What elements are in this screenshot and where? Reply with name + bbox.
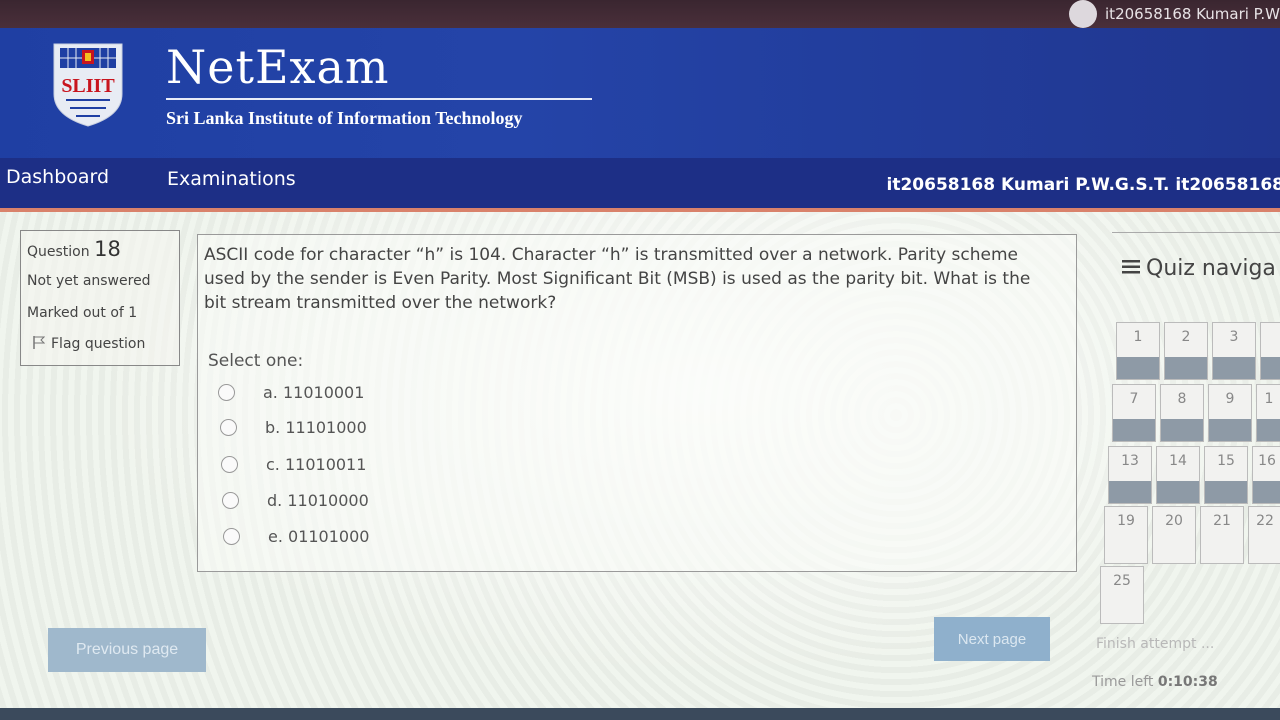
question-marks: Marked out of 1 (27, 305, 138, 321)
quiz-nav-button[interactable]: 8 (1160, 384, 1204, 442)
crest-text: SLIIT (61, 75, 115, 97)
option-label[interactable]: c. 11010011 (266, 455, 366, 474)
main-nav: Dashboard Examinations it20658168 Kumari… (0, 158, 1280, 212)
quiz-nav-button[interactable]: 22 (1248, 506, 1280, 564)
flag-question-link[interactable]: Flag question (33, 336, 145, 352)
quiz-nav-button[interactable]: 15 (1204, 446, 1248, 504)
answer-option-a[interactable]: a. 11010001 (218, 383, 364, 402)
quiz-nav-button[interactable]: 3 (1212, 322, 1256, 380)
quiz-nav-button[interactable]: 16 (1252, 446, 1280, 504)
question-box: ASCII code for character “h” is 104. Cha… (197, 234, 1077, 572)
quiz-nav-number[interactable]: 21 (1201, 507, 1243, 529)
question-number: Question 18 (27, 237, 121, 261)
radio-button[interactable] (222, 492, 239, 509)
quiz-nav-button[interactable]: 7 (1112, 384, 1156, 442)
sliit-crest-logo: SLIIT (53, 43, 123, 127)
time-left-value: 0:10:38 (1157, 674, 1218, 690)
answer-option-c[interactable]: c. 11010011 (221, 455, 366, 474)
option-label[interactable]: d. 11010000 (267, 491, 369, 510)
quiz-nav-button[interactable]: 1 (1116, 322, 1160, 380)
brand-divider (166, 98, 592, 100)
avatar[interactable] (1069, 0, 1098, 28)
quiz-nav-number[interactable]: 20 (1153, 507, 1195, 529)
flag-question-label[interactable]: Flag question (51, 336, 145, 352)
answer-option-b[interactable]: b. 11101000 (220, 418, 367, 437)
quiz-nav-number[interactable]: 16 (1253, 447, 1280, 469)
time-left: Time left 0:10:38 (1092, 674, 1218, 690)
brand-title: NetExam (166, 40, 390, 94)
quiz-nav-number[interactable]: 22 (1249, 507, 1280, 529)
quiz-nav-number[interactable]: 19 (1105, 507, 1147, 529)
time-left-label: Time left (1092, 674, 1154, 690)
quiz-nav-button[interactable]: 14 (1156, 446, 1200, 504)
top-user-name[interactable]: it20658168 Kumari P.W (1105, 5, 1280, 23)
radio-button[interactable] (223, 528, 240, 545)
answer-option-e[interactable]: e. 01101000 (223, 527, 369, 546)
question-info-panel: Question 18 Not yet answered Marked out … (20, 230, 180, 366)
quiz-nav-number[interactable]: 9 (1209, 385, 1251, 407)
quiz-nav-divider (1112, 232, 1280, 233)
question-label: Question (27, 244, 90, 260)
select-one-label: Select one: (208, 351, 304, 371)
radio-button[interactable] (221, 456, 238, 473)
answer-option-d[interactable]: d. 11010000 (222, 491, 369, 510)
quiz-nav-number[interactable]: 15 (1205, 447, 1247, 469)
quiz-nav-number[interactable]: 8 (1161, 385, 1203, 407)
top-user-menu[interactable]: it20658168 Kumari P.W (1069, 0, 1280, 28)
quiz-nav-button[interactable]: 25 (1100, 566, 1144, 624)
site-header: SLIIT NetExam Sri Lanka Institute of Inf… (0, 28, 1280, 158)
quiz-nav-button[interactable]: 1 (1256, 384, 1280, 442)
quiz-nav-number[interactable]: 1 (1257, 385, 1280, 407)
quiz-nav-button[interactable]: 20 (1152, 506, 1196, 564)
quiz-nav-number[interactable]: 14 (1157, 447, 1199, 469)
radio-button[interactable] (220, 419, 237, 436)
question-text: ASCII code for character “h” is 104. Cha… (204, 245, 1031, 313)
question-number-value: 18 (94, 237, 121, 261)
option-label[interactable]: e. 01101000 (268, 527, 369, 546)
previous-page-button[interactable]: Previous page (48, 628, 206, 672)
quiz-nav-button[interactable]: 19 (1104, 506, 1148, 564)
brand-subtitle: Sri Lanka Institute of Information Techn… (166, 108, 523, 128)
top-bar: it20658168 Kumari P.W (0, 0, 1280, 28)
quiz-nav-button[interactable] (1260, 322, 1280, 380)
option-label[interactable]: b. 11101000 (265, 418, 367, 437)
nav-examinations[interactable]: Examinations (167, 168, 296, 190)
next-page-button[interactable]: Next page (934, 617, 1050, 661)
quiz-nav-number[interactable]: 13 (1109, 447, 1151, 469)
main-content: Question 18 Not yet answered Marked out … (0, 212, 1280, 720)
quiz-nav-number[interactable]: 25 (1101, 567, 1143, 589)
quiz-nav-button[interactable]: 9 (1208, 384, 1252, 442)
quiz-nav-button[interactable]: 21 (1200, 506, 1244, 564)
quiz-nav-number[interactable]: 3 (1213, 323, 1255, 345)
hamburger-icon (1122, 260, 1140, 274)
radio-button[interactable] (218, 384, 235, 401)
finish-attempt-link[interactable]: Finish attempt ... (1096, 636, 1214, 652)
quiz-nav-button[interactable]: 2 (1164, 322, 1208, 380)
quiz-nav-number[interactable]: 7 (1113, 385, 1155, 407)
quiz-nav-title-text: Quiz naviga (1146, 256, 1276, 281)
quiz-nav-number[interactable]: 2 (1165, 323, 1207, 345)
nav-dashboard[interactable]: Dashboard (6, 166, 109, 188)
option-label[interactable]: a. 11010001 (263, 383, 364, 402)
question-status: Not yet answered (27, 273, 151, 289)
quiz-nav-title: Quiz naviga (1122, 256, 1276, 281)
nav-user-name[interactable]: it20658168 Kumari P.W.G.S.T. it20658168 (887, 175, 1280, 195)
quiz-nav-number[interactable]: 1 (1117, 323, 1159, 345)
screen-bottom-edge (0, 708, 1280, 720)
quiz-nav-button[interactable]: 13 (1108, 446, 1152, 504)
flag-icon (33, 336, 45, 349)
